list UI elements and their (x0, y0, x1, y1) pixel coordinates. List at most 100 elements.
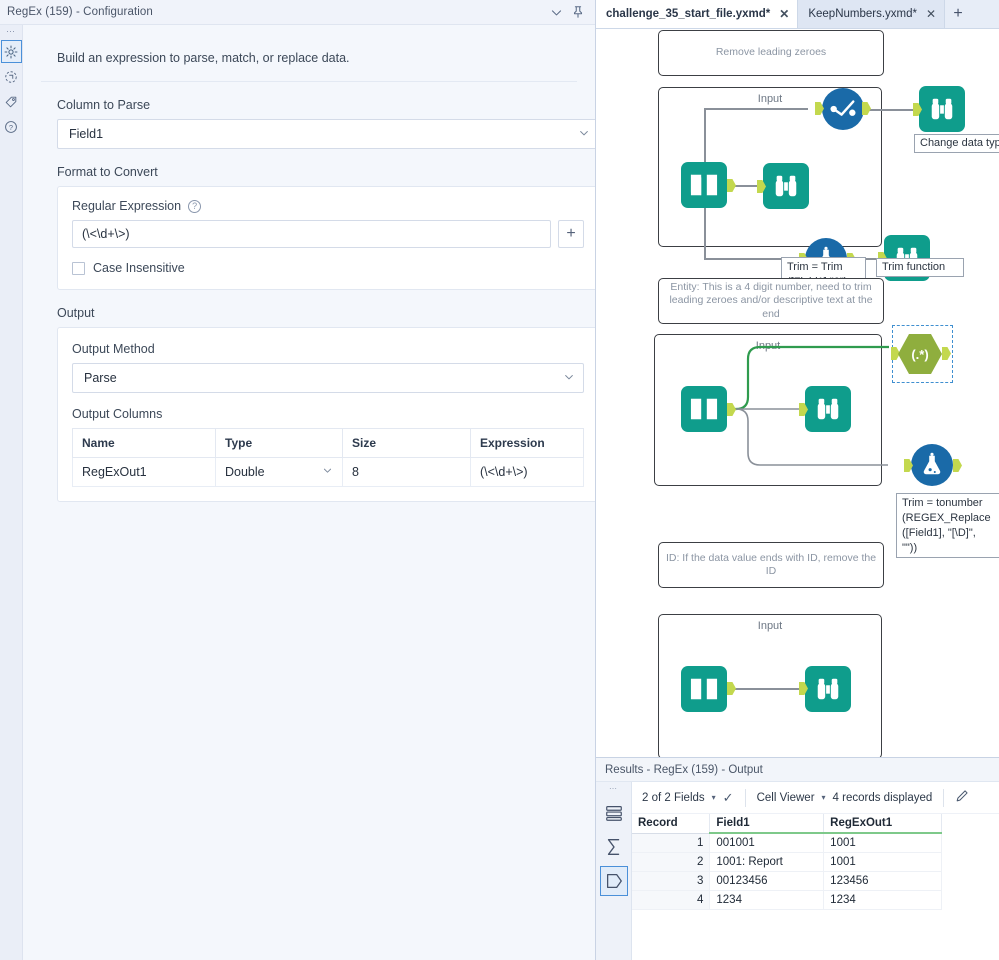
cell-field1[interactable]: 1234 (709, 890, 825, 910)
configuration-panel: RegEx (159) - Configuration ⋯ ? Build an… (0, 0, 596, 960)
cell-record: 1 (632, 833, 711, 853)
input-data-tool[interactable] (681, 386, 736, 432)
binoculars-icon (805, 666, 851, 712)
cell-regexout1[interactable]: 1001 (823, 852, 942, 872)
book-icon (681, 386, 727, 432)
input-data-tool[interactable] (681, 162, 736, 208)
comment-box[interactable]: Remove leading zeroes (658, 30, 884, 76)
cell-name[interactable]: RegExOut1 (72, 457, 216, 487)
table-row[interactable]: 2 1001: Report 1001 (632, 852, 942, 872)
output-method-select[interactable]: Parse (72, 363, 584, 393)
cell-regexout1[interactable]: 1001 (823, 833, 942, 853)
document-tabstrip: challenge_35_start_file.yxmd* ✕ KeepNumb… (596, 0, 999, 29)
chevron-down-icon[interactable] (545, 1, 567, 23)
chevron-down-icon[interactable]: ▾ (822, 793, 826, 802)
input-data-tool[interactable] (681, 666, 736, 712)
column-to-parse-select[interactable]: Field1 (57, 119, 595, 149)
pin-icon[interactable] (567, 1, 589, 23)
results-table: Record Field1 RegExOut1 1 001001 1001 2 … (632, 814, 942, 910)
output-anchor[interactable] (953, 459, 962, 472)
cell-type[interactable]: Double (215, 457, 343, 487)
table-row[interactable]: 4 1234 1234 (632, 890, 942, 910)
records-displayed-label: 4 records displayed (832, 791, 933, 804)
output-method-label: Output Method (72, 342, 155, 356)
cell-regexout1[interactable]: 123456 (823, 871, 942, 891)
case-insensitive-row[interactable]: Case Insensitive (72, 261, 584, 275)
col-header-expression: Expression (470, 428, 584, 458)
cell-viewer-selector[interactable]: Cell Viewer (757, 792, 815, 804)
table-row[interactable]: 1 001001 1001 (632, 833, 942, 853)
configuration-title: RegEx (159) - Configuration (7, 6, 153, 18)
chevron-down-icon (578, 127, 590, 142)
pencil-icon[interactable] (955, 789, 969, 806)
regex-tool[interactable]: (.*) (891, 334, 951, 374)
table-row[interactable]: 3 00123456 123456 (632, 871, 942, 891)
col-header-record: Record (632, 814, 711, 834)
cell-size: 8 (342, 457, 471, 487)
gear-icon[interactable] (0, 40, 22, 63)
fields-selector[interactable]: 2 of 2 Fields (642, 792, 705, 804)
toolbar-divider (943, 788, 945, 807)
apply-check-icon[interactable]: ✓ (723, 790, 734, 806)
book-icon (681, 666, 727, 712)
workspace-area: challenge_35_start_file.yxmd* ✕ KeepNumb… (596, 0, 999, 960)
binoculars-icon (805, 386, 851, 432)
configuration-icon-rail: ⋯ ? (0, 25, 23, 960)
help-icon[interactable]: ? (1, 115, 22, 138)
data-view-icon[interactable] (600, 798, 628, 828)
chevron-down-icon[interactable]: ▾ (712, 793, 716, 802)
close-icon[interactable]: ✕ (779, 7, 789, 21)
output-group: Output Method Parse Output Columns Name … (57, 327, 595, 502)
annotation-tonumber-formula[interactable]: Trim = tonumber (REGEX_Replace ([Field1]… (896, 493, 999, 559)
container-title: Input (757, 620, 783, 632)
cell-regexout1[interactable]: 1234 (823, 890, 942, 910)
flask-icon (911, 444, 953, 486)
new-tab-button[interactable]: + (945, 0, 972, 28)
rail-grip-dots: ⋯ (609, 784, 618, 793)
col-header-size: Size (342, 428, 471, 458)
comment-box[interactable]: ID: If the data value ends with ID, remo… (658, 542, 884, 588)
case-insensitive-checkbox[interactable] (72, 261, 85, 275)
col-header-type: Type (215, 428, 343, 458)
comment-box[interactable]: Entity: This is a 4 digit number, need t… (658, 278, 884, 324)
toolbar-divider (744, 788, 746, 807)
comment-text: Remove leading zeroes (715, 46, 827, 59)
workflow-canvas[interactable]: Remove leading zeroes Input Trim = Trim … (596, 29, 999, 757)
rail-grip-dots: ⋯ (6, 26, 16, 36)
alteryx-designer-window: RegEx (159) - Configuration ⋯ ? Build an… (0, 0, 999, 960)
browse-tool[interactable] (757, 163, 809, 209)
browse-tool[interactable] (799, 386, 851, 432)
annotation-change-data-type[interactable]: Change data type (914, 134, 999, 153)
comment-text: Entity: This is a 4 digit number, need t… (669, 281, 873, 320)
browse-tool[interactable] (913, 86, 965, 132)
output-anchor-icon[interactable] (599, 866, 628, 896)
cell-field1[interactable]: 1001: Report (709, 852, 825, 872)
table-row[interactable]: RegExOut1 Double 8 (\<\d+\>) (72, 457, 584, 487)
case-insensitive-label: Case Insensitive (93, 261, 185, 275)
output-columns-table: Name Type Size Expression RegExOut1 Doub… (72, 428, 584, 487)
regex-input-value: (\<\d+\>) (82, 227, 130, 241)
help-icon[interactable]: ? (188, 199, 202, 213)
col-header-field1: Field1 (709, 814, 825, 834)
close-icon[interactable]: ✕ (926, 7, 936, 21)
annotation-icon[interactable] (1, 65, 22, 88)
select-tool[interactable] (815, 88, 871, 130)
tab-challenge-35-start-file[interactable]: challenge_35_start_file.yxmd* ✕ (596, 0, 799, 28)
formula-tool[interactable] (904, 444, 962, 486)
annotation-trim-function[interactable]: Trim function (876, 258, 964, 277)
add-expression-button[interactable]: + (558, 220, 584, 248)
svg-text:?: ? (9, 122, 13, 131)
profile-sigma-icon[interactable] (600, 832, 628, 862)
browse-tool[interactable] (799, 666, 851, 712)
regex-input[interactable]: (\<\d+\>) (72, 220, 551, 248)
cell-field1[interactable]: 00123456 (709, 871, 825, 891)
configuration-titlebar: RegEx (159) - Configuration (0, 0, 595, 25)
annotation-text: Change data type (920, 137, 999, 150)
cell-record: 4 (632, 890, 711, 910)
output-label: Output (57, 306, 95, 320)
column-to-parse-label: Column to Parse (57, 98, 151, 112)
tab-keepnumbers[interactable]: KeepNumbers.yxmd* ✕ (798, 0, 946, 28)
binoculars-icon (763, 163, 809, 209)
tag-icon[interactable] (1, 90, 22, 113)
cell-field1[interactable]: 001001 (709, 833, 825, 853)
